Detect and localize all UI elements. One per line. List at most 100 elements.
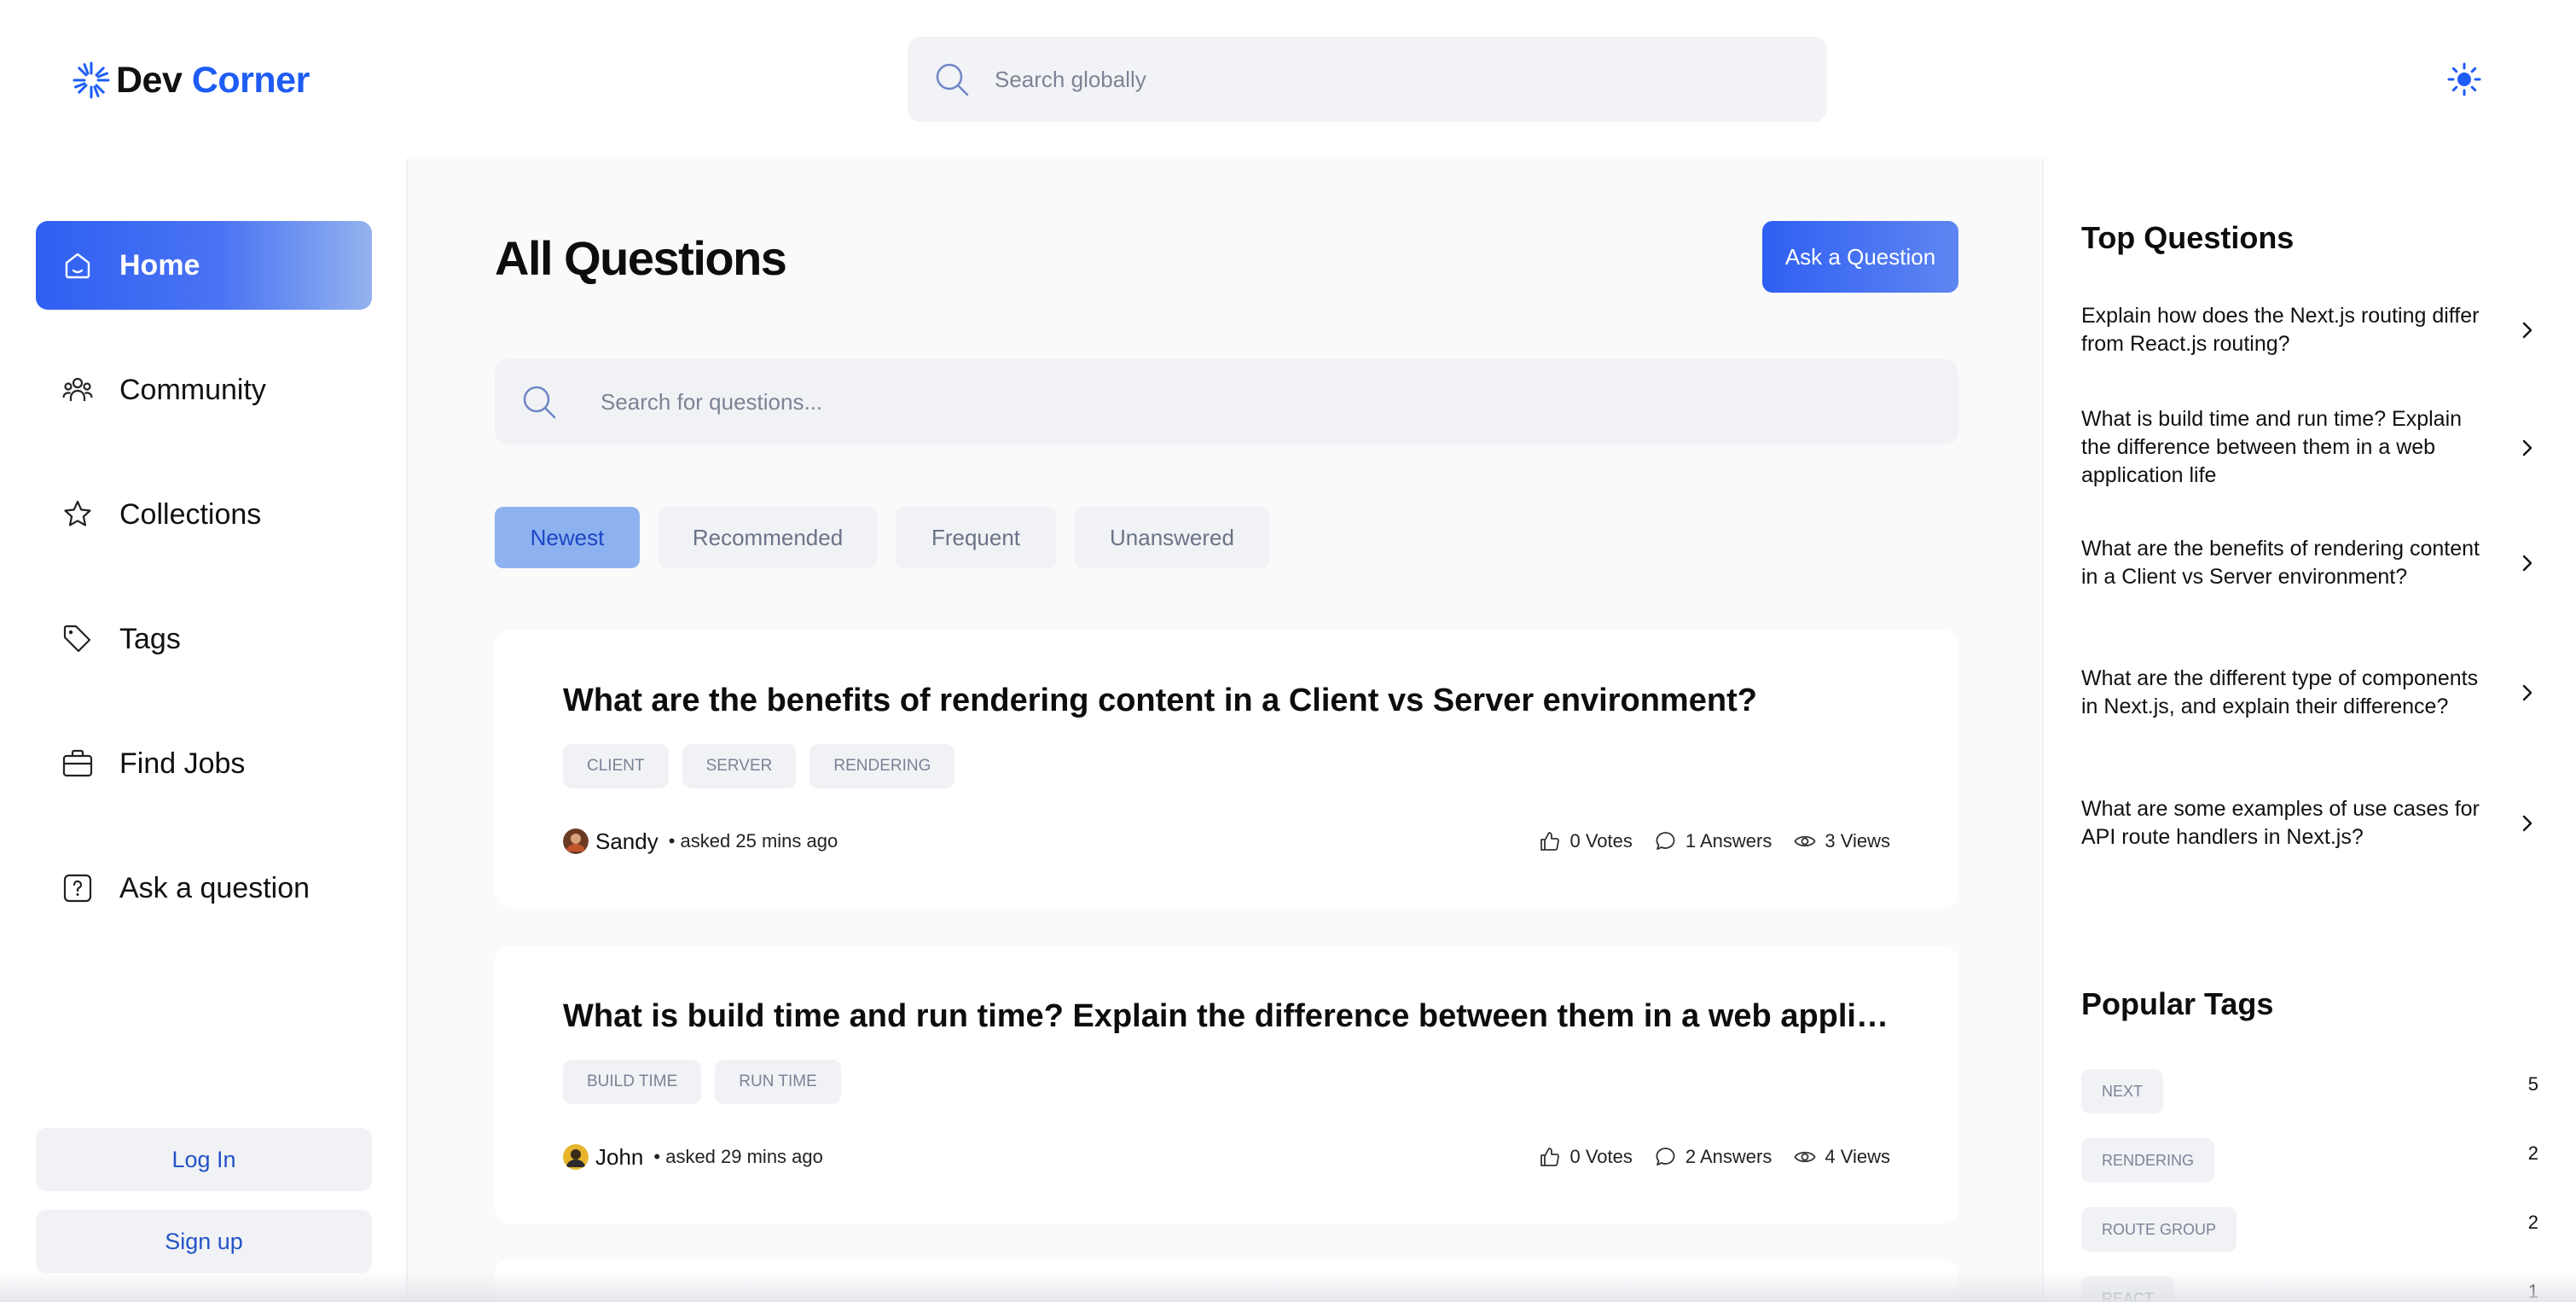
- top-question-text: What are the different type of component…: [2081, 666, 2479, 718]
- asked-time: • asked 25 mins ago: [668, 830, 838, 852]
- asked-time: • asked 29 mins ago: [653, 1146, 823, 1167]
- filter-newest[interactable]: Newest: [495, 507, 640, 568]
- votes-count: 0 Votes: [1569, 1146, 1633, 1167]
- popular-tag-row[interactable]: REACT 1: [2081, 1276, 2538, 1302]
- logo-text-corner: Corner: [191, 59, 310, 101]
- popular-tag[interactable]: RENDERING: [2081, 1138, 2215, 1183]
- question-stats: 0 Votes 1 Answers 3 Views: [1539, 830, 1890, 852]
- question-title[interactable]: What is build time and run time? Explain…: [563, 998, 1894, 1035]
- question-search-input[interactable]: Search for questions...: [495, 359, 1958, 445]
- question-card[interactable]: What are the benefits of rendering conte…: [495, 630, 1958, 908]
- popular-tag-row[interactable]: ROUTE GROUP 2: [2081, 1207, 2538, 1252]
- home-icon: [65, 253, 90, 279]
- filter-frequent[interactable]: Frequent: [896, 507, 1056, 568]
- popular-tag[interactable]: REACT: [2081, 1276, 2175, 1302]
- eye-icon: [1794, 835, 1816, 847]
- question-tags: CLIENT SERVER RENDERING: [563, 744, 955, 788]
- search-icon: [523, 386, 556, 419]
- ask-question-button[interactable]: Ask a Question: [1762, 221, 1958, 293]
- question-stats: 0 Votes 2 Answers 4 Views: [1539, 1146, 1890, 1168]
- top-question-item[interactable]: What are the benefits of rendering conte…: [2081, 535, 2538, 591]
- login-button[interactable]: Log In: [36, 1128, 372, 1191]
- question-meta: Sandy • asked 25 mins ago 0 Votes 1 Answ…: [563, 824, 1890, 858]
- sidebar-item-label: Home: [119, 248, 200, 282]
- views-count: 4 Views: [1825, 1146, 1890, 1167]
- question-author[interactable]: John • asked 29 mins ago: [563, 1144, 823, 1171]
- popular-tag[interactable]: ROUTE GROUP: [2081, 1207, 2237, 1252]
- popular-tag-count: 2: [2527, 1212, 2538, 1233]
- thumbs-up-icon: [1540, 1148, 1560, 1166]
- answers-count: 1 Answers: [1685, 830, 1772, 852]
- eye-icon: [1794, 1151, 1816, 1163]
- question-tag[interactable]: CLIENT: [563, 744, 669, 788]
- top-question-item[interactable]: What is build time and run time? Explain…: [2081, 405, 2538, 490]
- votes-count: 0 Votes: [1569, 830, 1633, 852]
- question-title[interactable]: What are the benefits of rendering conte…: [563, 683, 1894, 719]
- question-tags: BUILD TIME RUN TIME: [563, 1060, 841, 1104]
- popular-tag-count: 2: [2527, 1142, 2538, 1164]
- filter-unanswered[interactable]: Unanswered: [1075, 507, 1269, 568]
- question-meta: John • asked 29 mins ago 0 Votes 2 Answe…: [563, 1140, 1890, 1174]
- sidebar-item-tags[interactable]: Tags: [36, 595, 372, 683]
- chevron-right-icon: [2522, 439, 2532, 456]
- views-stat: 4 Views: [1794, 1146, 1890, 1168]
- author-name: Sandy: [595, 828, 659, 854]
- global-search-input[interactable]: Search globally: [908, 37, 1827, 122]
- chevron-right-icon: [2522, 555, 2532, 572]
- main-content: All Questions Ask a Question Search for …: [409, 159, 2042, 1302]
- popular-tag[interactable]: NEXT: [2081, 1069, 2164, 1113]
- page-title: All Questions: [495, 231, 787, 285]
- avatar: [563, 1144, 589, 1170]
- logo-text: Dev Corner: [116, 60, 310, 102]
- answers-stat: 2 Answers: [1655, 1146, 1772, 1168]
- sidebar-item-find-jobs[interactable]: Find Jobs: [36, 719, 372, 808]
- popular-tag-row[interactable]: NEXT 5: [2081, 1069, 2538, 1113]
- popular-tag-count: 5: [2527, 1073, 2538, 1095]
- users-icon: [62, 377, 93, 401]
- question-tag[interactable]: SERVER: [682, 744, 797, 788]
- sidebar-item-community[interactable]: Community: [36, 346, 372, 434]
- chevron-right-icon: [2522, 684, 2532, 701]
- sun-icon: [2447, 62, 2481, 96]
- thumbs-up-icon: [1540, 832, 1560, 851]
- top-question-item[interactable]: What are the different type of component…: [2081, 665, 2538, 721]
- message-icon: [1656, 832, 1675, 850]
- top-question-text: Explain how does the Next.js routing dif…: [2081, 304, 2480, 356]
- votes-stat: 0 Votes: [1539, 1146, 1633, 1168]
- top-questions-heading: Top Questions: [2081, 220, 2295, 255]
- right-sidebar: Top Questions Explain how does the Next.…: [2042, 159, 2576, 1302]
- filter-recommended[interactable]: Recommended: [659, 507, 877, 568]
- popular-tag-row[interactable]: RENDERING 2: [2081, 1138, 2538, 1183]
- star-icon: [64, 500, 91, 526]
- theme-toggle-button[interactable]: [2445, 60, 2484, 99]
- question-tag[interactable]: RENDERING: [809, 744, 955, 788]
- question-search-placeholder: Search for questions...: [600, 388, 823, 415]
- sidebar-item-collections[interactable]: Collections: [36, 470, 372, 559]
- chevron-right-icon: [2522, 322, 2532, 339]
- global-search-placeholder: Search globally: [995, 66, 1146, 92]
- question-tag[interactable]: BUILD TIME: [563, 1060, 702, 1104]
- sidebar-item-label: Collections: [119, 497, 262, 531]
- question-author[interactable]: Sandy • asked 25 mins ago: [563, 828, 838, 855]
- sidebar-item-label: Tags: [119, 622, 181, 655]
- chevron-right-icon: [2522, 815, 2532, 832]
- sidebar-item-label: Find Jobs: [119, 747, 246, 780]
- left-sidebar: Home Community Collections Tags Find Job…: [0, 159, 408, 1302]
- top-question-text: What is build time and run time? Explain…: [2081, 407, 2463, 487]
- signup-button[interactable]: Sign up: [36, 1210, 372, 1273]
- author-name: John: [595, 1143, 644, 1170]
- search-icon: [936, 63, 969, 96]
- sidebar-item-home[interactable]: Home: [36, 221, 372, 310]
- top-question-item[interactable]: What are some examples of use cases for …: [2081, 795, 2538, 852]
- votes-stat: 0 Votes: [1539, 830, 1633, 852]
- answers-stat: 1 Answers: [1655, 830, 1772, 852]
- views-stat: 3 Views: [1794, 830, 1890, 852]
- top-question-item[interactable]: Explain how does the Next.js routing dif…: [2081, 302, 2538, 358]
- sidebar-item-label: Community: [119, 373, 266, 406]
- logo-icon: [73, 61, 110, 99]
- question-card[interactable]: What is build time and run time? Explain…: [495, 945, 1958, 1224]
- sidebar-item-ask-question[interactable]: Ask a question: [36, 844, 372, 933]
- logo[interactable]: Dev Corner: [72, 53, 310, 108]
- top-question-text: What are the benefits of rendering conte…: [2081, 537, 2480, 589]
- question-tag[interactable]: RUN TIME: [715, 1060, 841, 1104]
